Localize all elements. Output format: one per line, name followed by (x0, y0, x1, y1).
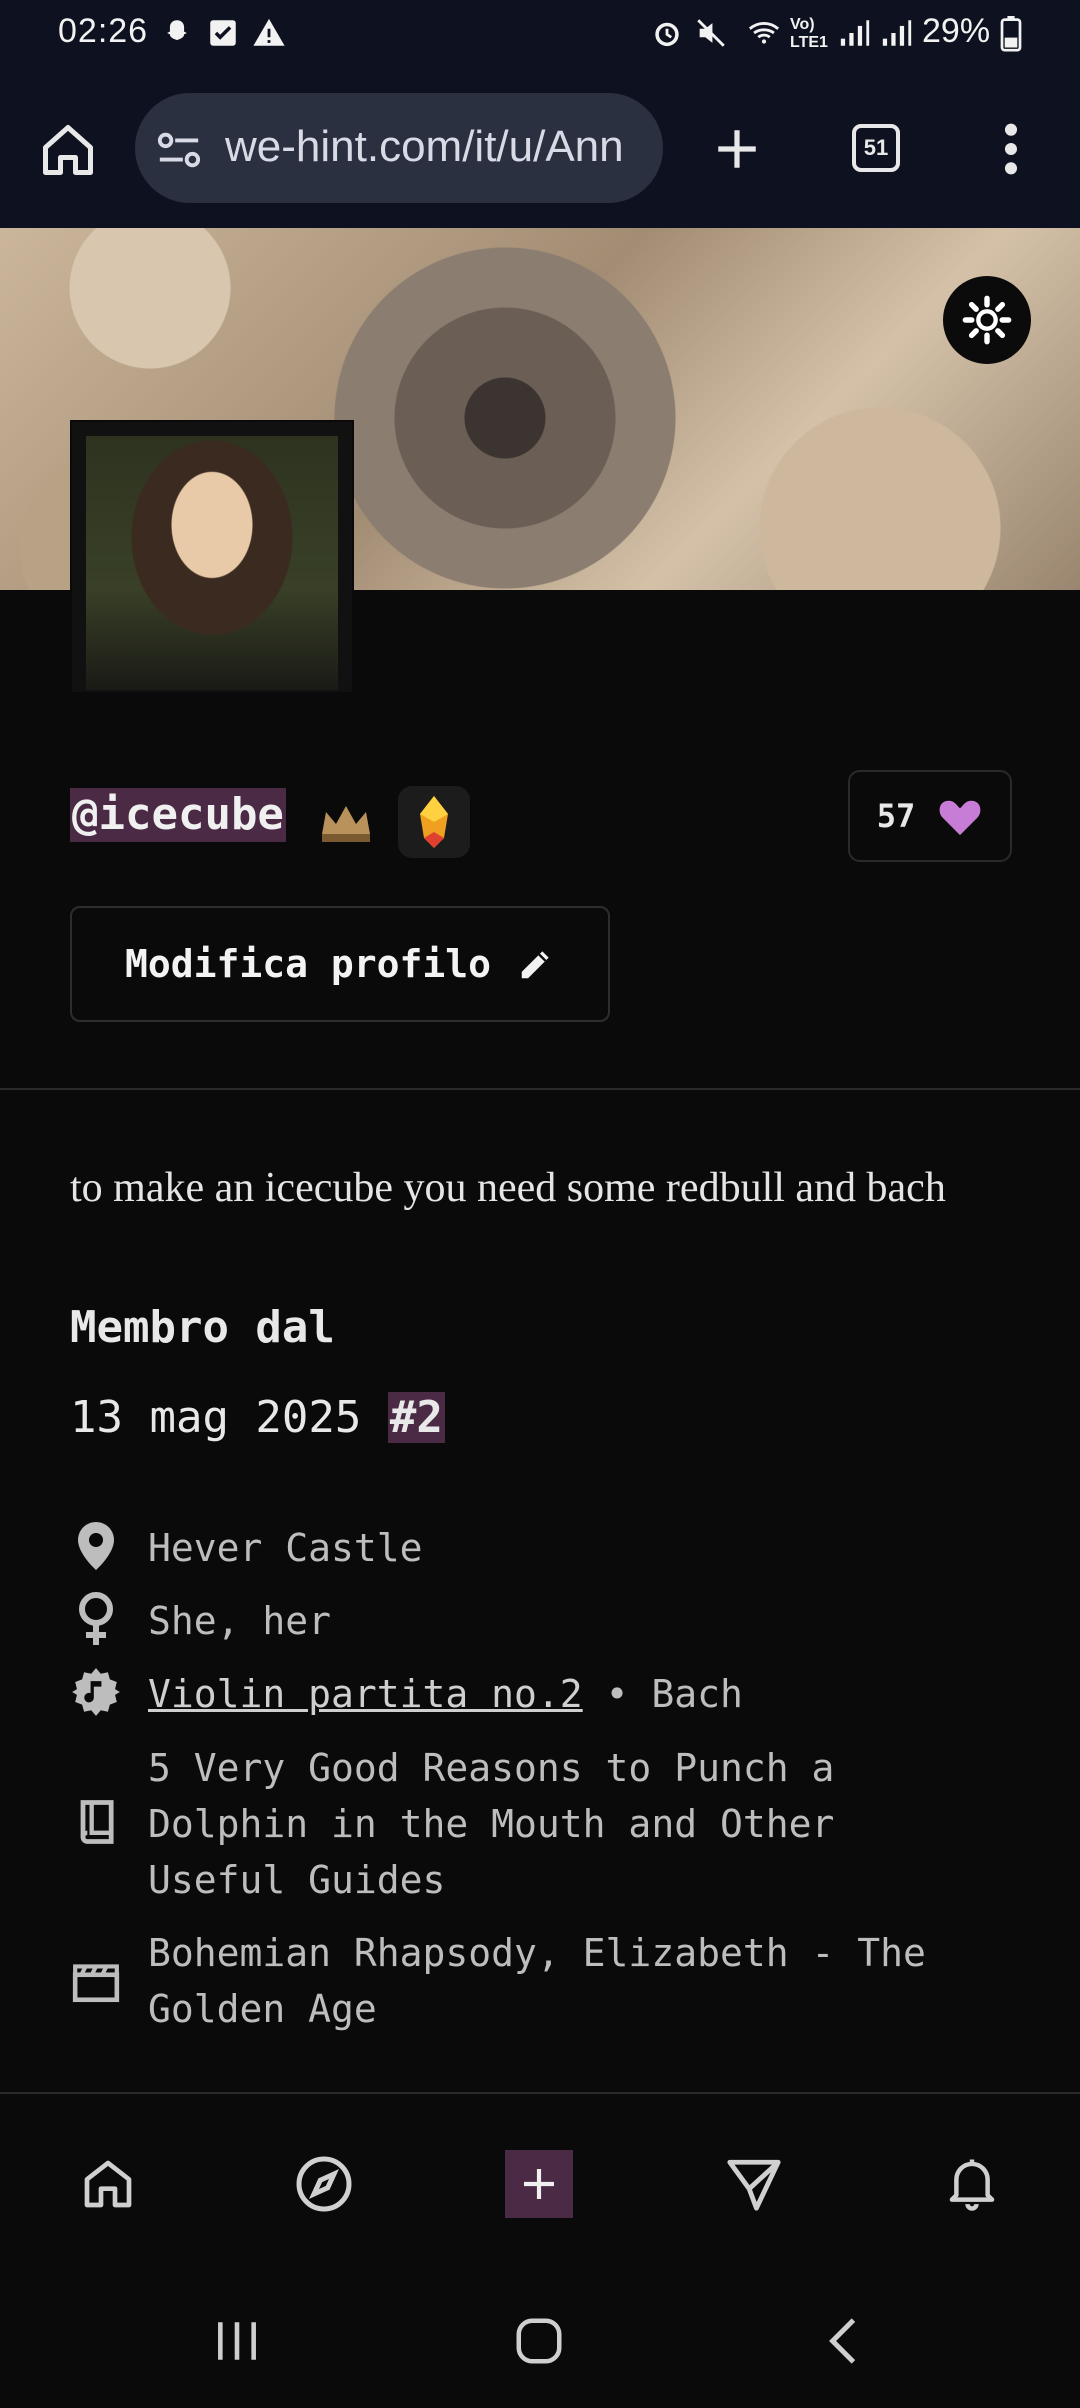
member-since-date: 13 mag 2025 (70, 1392, 362, 1443)
checkbox-icon (210, 20, 236, 46)
music-info: Violin partita no.2 • Bach (148, 1666, 1028, 1722)
bio-text: to make an icecube you need some redbull… (70, 1165, 946, 1211)
new-tab-icon[interactable] (712, 124, 762, 174)
volte-icon: Vo) LTE1 (790, 16, 828, 51)
signal-icon (840, 20, 870, 46)
crown-icon (322, 806, 370, 842)
status-time: 02:26 (58, 12, 149, 50)
film-clapper-icon (70, 1955, 122, 2007)
likes-count: 57 (876, 797, 916, 835)
recent-apps-icon[interactable] (212, 2318, 262, 2364)
tab-switcher-button[interactable]: 51 (852, 124, 900, 172)
divider (0, 1088, 1080, 1090)
pencil-icon (521, 951, 549, 979)
music-gear-icon (70, 1666, 122, 1718)
nav-notifications-button[interactable] (938, 2150, 1006, 2218)
music-title-link[interactable]: Violin partita no.2 (148, 1672, 583, 1716)
battery-icon (1000, 16, 1022, 52)
send-icon (727, 2159, 781, 2211)
home-button-icon[interactable] (512, 2314, 566, 2368)
crystal-badge[interactable] (398, 786, 470, 858)
films-text: Bohemian Rhapsody, Elizabeth - The Golde… (148, 1931, 926, 2031)
pronouns-text: She, her (148, 1599, 332, 1643)
plus-icon (524, 2169, 554, 2199)
book-text: 5 Very Good Reasons to Punch a Dolphin i… (148, 1746, 835, 1902)
alarm-icon (655, 22, 679, 47)
edit-profile-label: Modifica profilo (124, 942, 492, 986)
music-artist: Bach (651, 1672, 743, 1716)
book-icon (70, 1796, 122, 1848)
likes-counter[interactable]: 57 (848, 770, 1012, 862)
edit-profile-button[interactable]: Modifica profilo (70, 906, 610, 1022)
battery-percent: 29% (922, 12, 991, 50)
nav-messages-button[interactable] (720, 2150, 788, 2218)
member-since: 13 mag 2025 #2 (70, 1392, 445, 1443)
bell-icon (949, 2159, 995, 2211)
nav-create-button[interactable] (505, 2150, 573, 2218)
location-pin-icon (70, 1520, 122, 1572)
member-rank: #2 (387, 1392, 445, 1443)
crown-badge[interactable] (310, 786, 382, 858)
nav-explore-button[interactable] (290, 2150, 358, 2218)
avatar[interactable] (70, 420, 354, 694)
status-bar: 02:26 Vo) LTE1 29% (0, 0, 1080, 70)
url-text[interactable]: we-hint.com/it/u/Ann (225, 122, 645, 172)
signal-icon-2 (882, 20, 912, 46)
wifi-icon (748, 22, 780, 44)
snapchat-icon (167, 20, 187, 41)
compass-icon (296, 2156, 352, 2212)
gear-icon (962, 295, 1012, 345)
more-options-icon[interactable] (988, 120, 1034, 178)
warning-icon (253, 18, 285, 46)
female-symbol-icon (70, 1592, 122, 1645)
home-icon[interactable] (38, 120, 98, 180)
avatar-image (86, 436, 338, 690)
username: @icecube (70, 788, 286, 842)
mute-icon (697, 19, 725, 47)
music-separator: • (582, 1672, 652, 1716)
heart-icon (939, 800, 981, 836)
home-icon (84, 2160, 132, 2208)
nav-home-button[interactable] (74, 2150, 142, 2218)
site-settings-icon[interactable] (156, 130, 202, 170)
crystal-icon (420, 796, 448, 848)
member-since-label: Membro dal (70, 1302, 335, 1353)
settings-button[interactable] (943, 276, 1031, 364)
location-text: Hever Castle (148, 1526, 423, 1570)
back-icon[interactable] (820, 2316, 866, 2366)
